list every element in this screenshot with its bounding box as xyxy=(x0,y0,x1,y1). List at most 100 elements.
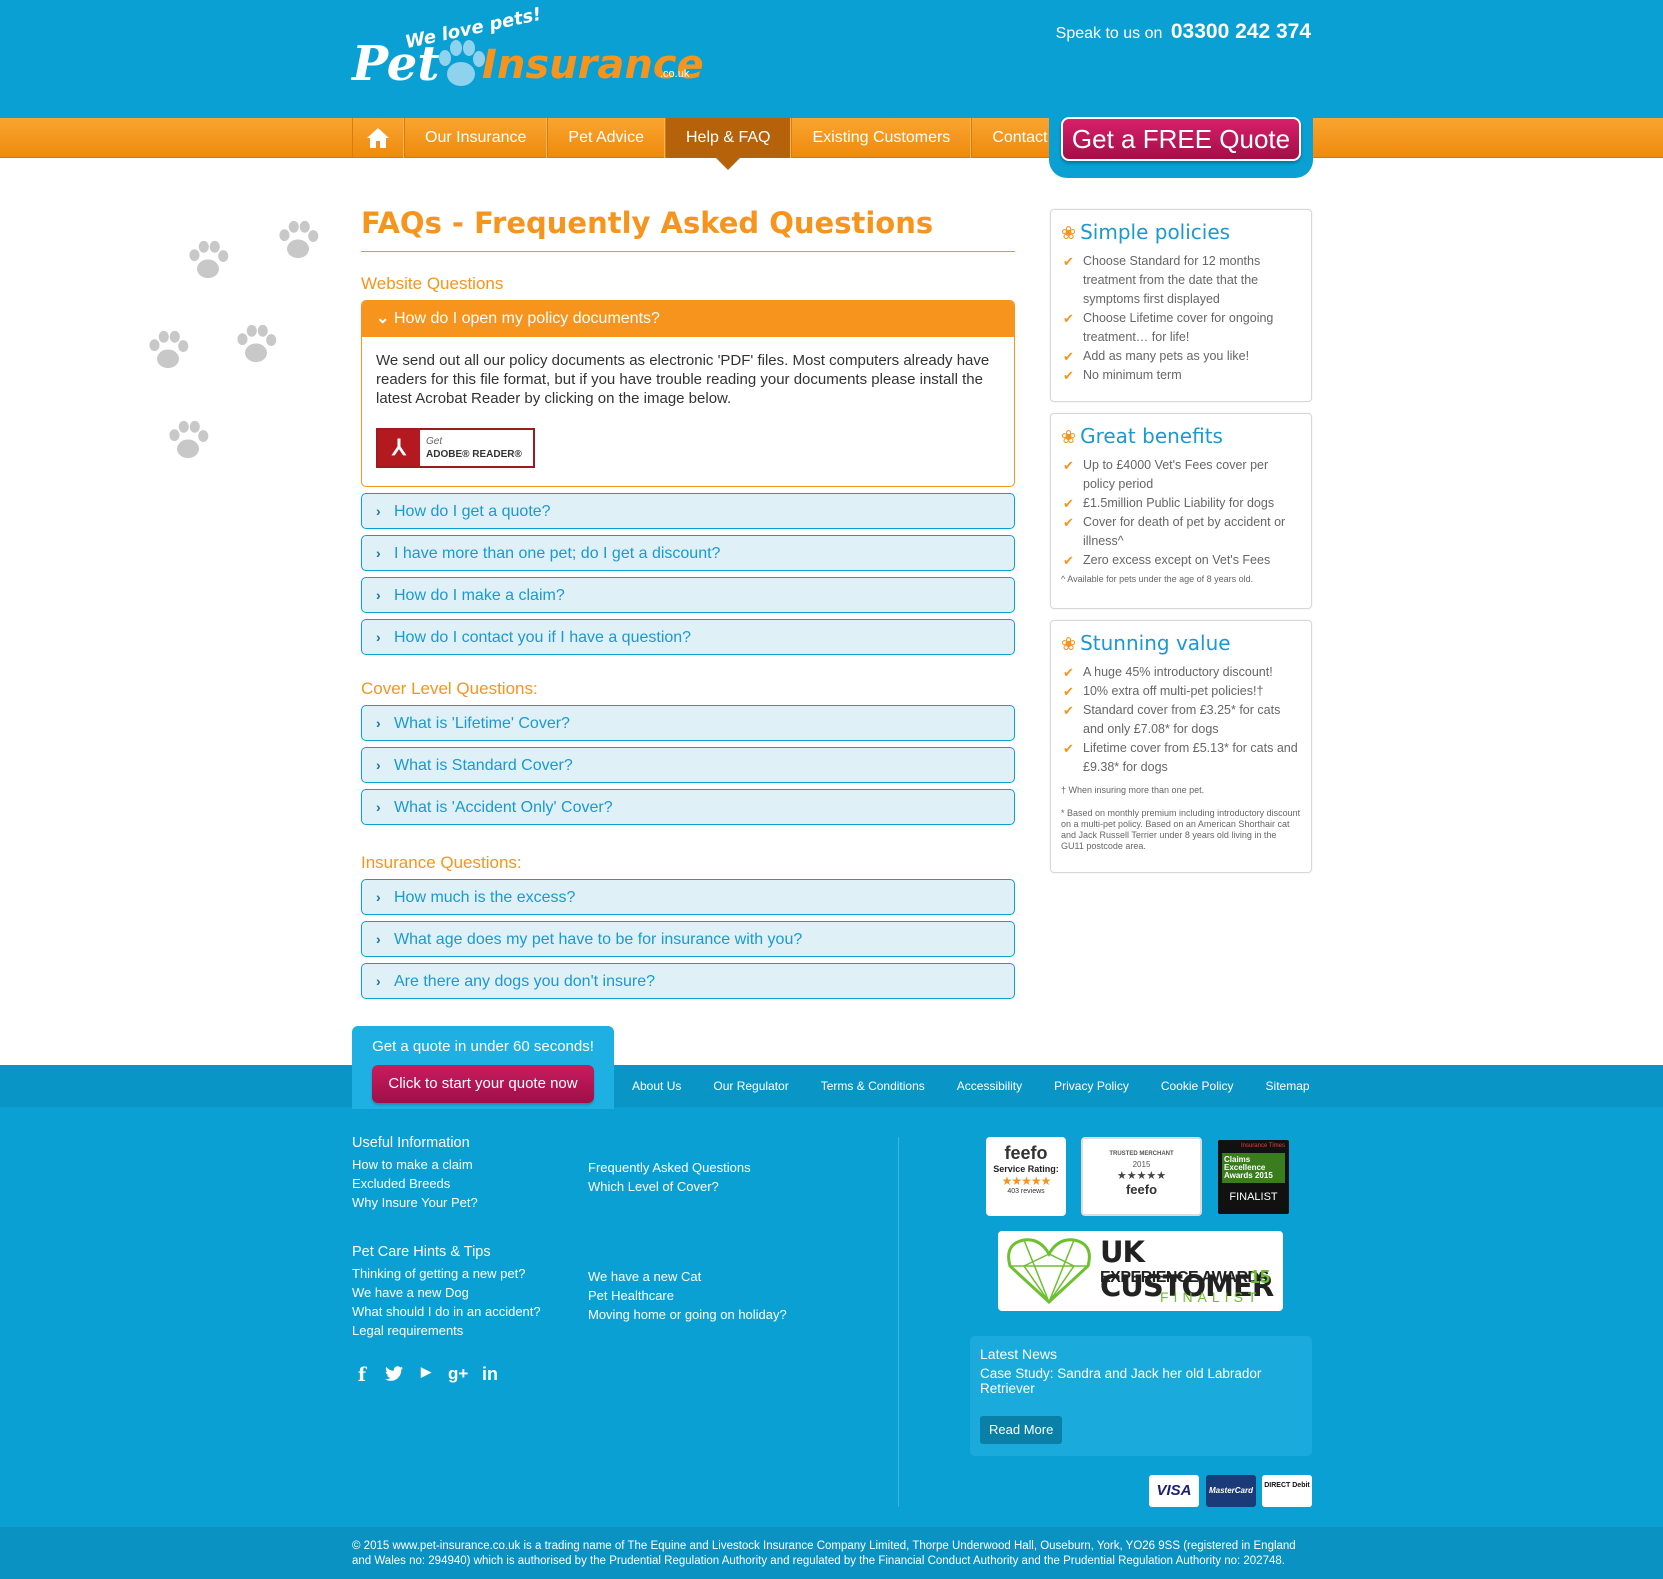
feefo-service-badge[interactable]: feefo Service Rating: ★★★★★ 403 reviews xyxy=(986,1137,1066,1216)
benefit-item: Choose Lifetime cover for ongoing treatm… xyxy=(1061,309,1301,347)
faq-answer: We send out all our policy documents as … xyxy=(362,337,1014,486)
footer-link-accessibility[interactable]: Accessibility xyxy=(957,1065,1022,1107)
read-more-button[interactable]: Read More xyxy=(980,1416,1063,1444)
nav-pet-advice[interactable]: Pet Advice xyxy=(547,118,665,158)
adobe-logo-icon: ⅄ xyxy=(378,430,420,466)
copyright-text: © 2015 www.pet-insurance.co.uk is a trad… xyxy=(352,1540,1296,1567)
faq-item[interactable]: › Are there any dogs you don't insure? xyxy=(361,963,1015,999)
faq-item[interactable]: › How do I contact you if I have a questi… xyxy=(361,619,1015,655)
footer-nav-link[interactable]: Moving home or going on holiday? xyxy=(588,1305,787,1324)
footer-link-regulator[interactable]: Our Regulator xyxy=(713,1065,788,1107)
benefit-item: Lifetime cover from £5.13* for cats and … xyxy=(1061,739,1301,777)
benefit-item: Up to £4000 Vet's Fees cover per policy … xyxy=(1061,456,1301,494)
footer-link-about[interactable]: About Us xyxy=(632,1065,681,1107)
section-title-insurance: Insurance Questions: xyxy=(361,853,522,872)
linkedin-icon[interactable]: in xyxy=(480,1364,500,1386)
box-title-text: Stunning value xyxy=(1080,631,1231,655)
faq-item[interactable]: › What is 'Accident Only' Cover? xyxy=(361,789,1015,825)
feefo-trusted-badge[interactable]: TRUSTED MERCHANT 2015 ★★★★★ feefo xyxy=(1081,1137,1202,1216)
speak-label: Speak to us on xyxy=(1055,25,1163,42)
useful-info-title: Useful Information xyxy=(352,1135,470,1151)
benefit-item: £1.5million Public Liability for dogs xyxy=(1061,494,1301,513)
visa-icon: VISA xyxy=(1149,1475,1199,1507)
quick-quote-title: Get a quote in under 60 seconds! xyxy=(372,1038,594,1055)
news-title: Latest News xyxy=(980,1346,1058,1362)
quick-quote-box: Get a quote in under 60 seconds! Click t… xyxy=(352,1026,614,1109)
finalist-label: FINALIST xyxy=(1229,1191,1278,1203)
nav-home[interactable] xyxy=(352,118,404,158)
site-logo[interactable]: We love pets! Pet Insurance .co.uk xyxy=(352,4,704,98)
footer-nav-link[interactable]: Excluded Breeds xyxy=(352,1174,478,1193)
footer-nav-link[interactable]: Frequently Asked Questions xyxy=(588,1158,751,1177)
faq-question-text: I have more than one pet; do I get a dis… xyxy=(394,545,721,562)
phone-number[interactable]: 03300 242 374 xyxy=(1171,20,1311,43)
phone-contact: Speak to us on 03300 242 374 xyxy=(1056,20,1311,44)
faq-item[interactable]: › How do I get a quote? xyxy=(361,493,1015,529)
faq-item[interactable]: › What is 'Lifetime' Cover? xyxy=(361,705,1015,741)
chevron-right-icon: › xyxy=(376,629,381,645)
paw-print-icon xyxy=(169,420,209,459)
start-quote-button[interactable]: Click to start your quote now xyxy=(372,1065,594,1103)
get-free-quote-button[interactable]: Get a FREE Quote xyxy=(1061,117,1301,161)
faq-item[interactable]: › How do I make a claim? xyxy=(361,577,1015,613)
paw-prints-decoration xyxy=(140,210,340,480)
news-story[interactable]: Case Study: Sandra and Jack her old Labr… xyxy=(980,1366,1302,1396)
footer-nav-link[interactable]: We have a new Cat xyxy=(588,1267,787,1286)
facebook-icon[interactable]: f xyxy=(352,1364,372,1386)
footer-nav-link[interactable]: We have a new Dog xyxy=(352,1283,541,1302)
get-adobe-reader-button[interactable]: ⅄ Get ADOBE® READER® xyxy=(376,428,535,468)
chevron-right-icon: › xyxy=(376,715,381,731)
footer-link-sitemap[interactable]: Sitemap xyxy=(1266,1065,1310,1107)
insurance-times-label: Insurance Times xyxy=(1240,1143,1285,1149)
ukcx-year: 15 xyxy=(1250,1267,1271,1287)
nav-existing-customers[interactable]: Existing Customers xyxy=(791,118,972,158)
benefit-item: Cover for death of pet by accident or il… xyxy=(1061,513,1301,551)
box-title-text: Simple policies xyxy=(1080,220,1231,244)
logo-pet-text: Pet xyxy=(352,36,440,92)
paw-print-icon xyxy=(237,324,277,363)
benefit-item: Standard cover from £3.25* for cats and … xyxy=(1061,701,1301,739)
footer-link-cookie[interactable]: Cookie Policy xyxy=(1161,1065,1234,1107)
footer-nav-link[interactable]: Legal requirements xyxy=(352,1321,541,1340)
adobe-reader-text: ADOBE® READER® xyxy=(426,449,522,460)
sidebar: ❀Simple policies Choose Standard for 12 … xyxy=(1050,209,1312,884)
footer-nav-link[interactable]: Why Insure Your Pet? xyxy=(352,1193,478,1212)
faq-item[interactable]: › What is Standard Cover? xyxy=(361,747,1015,783)
faq-question-text: What is Standard Cover? xyxy=(394,757,573,774)
heart-logo-icon xyxy=(1007,1238,1091,1305)
footer-nav-link[interactable]: Which Level of Cover? xyxy=(588,1177,751,1196)
faq-item[interactable]: › What age does my pet have to be for ins… xyxy=(361,921,1015,957)
nav-help-faq[interactable]: Help & FAQ xyxy=(665,118,792,170)
faq-question-text: How do I get a quote? xyxy=(394,503,551,520)
faq-question-open[interactable]: ⌄ How do I open my policy documents? xyxy=(362,301,1014,337)
stunning-value-box: ❀Stunning value A huge 45% introductory … xyxy=(1050,620,1312,873)
google-plus-icon[interactable]: g+ xyxy=(448,1364,468,1386)
paw-icon: ❀ xyxy=(1061,634,1077,655)
tips-column: Pet Care Hints & Tips Thinking of gettin… xyxy=(352,1244,541,1340)
benefit-item: Zero excess except on Vet's Fees xyxy=(1061,551,1301,570)
footer-nav-link[interactable]: What should I do in an accident? xyxy=(352,1302,541,1321)
section-title-cover: Cover Level Questions: xyxy=(361,679,538,698)
star-rating-icon: ★★★★★ xyxy=(1001,1174,1052,1188)
useful-info-column-2: Frequently Asked Questions Which Level o… xyxy=(588,1158,751,1196)
faq-item[interactable]: › How much is the excess? xyxy=(361,879,1015,915)
footer-nav-link[interactable]: How to make a claim xyxy=(352,1155,478,1174)
faq-question-text: What is 'Accident Only' Cover? xyxy=(394,799,613,816)
insurance-times-badge[interactable]: Insurance Times Claims Excellence Awards… xyxy=(1218,1140,1289,1214)
footer-divider xyxy=(898,1137,899,1507)
twitter-icon[interactable] xyxy=(384,1364,404,1384)
faq-item[interactable]: › I have more than one pet; do I get a di… xyxy=(361,535,1015,571)
footer-link-privacy[interactable]: Privacy Policy xyxy=(1054,1065,1129,1107)
uk-cx-awards-badge[interactable]: UK CUSTOMER EXPERIENCE AWARDS 15 FINALIS… xyxy=(998,1231,1283,1311)
mastercard-icon: MasterCard xyxy=(1206,1475,1256,1507)
useful-info-column: Useful Information How to make a claim E… xyxy=(352,1135,478,1212)
youtube-icon[interactable]: ▶ xyxy=(416,1364,436,1386)
trusted-merchant-year: 2015 xyxy=(1132,1160,1151,1169)
feefo-rating-label: Service Rating: xyxy=(993,1164,1059,1174)
footer-nav-link[interactable]: Pet Healthcare xyxy=(588,1286,787,1305)
paw-print-icon xyxy=(149,330,189,369)
footer-links: About Us Our Regulator Terms & Condition… xyxy=(632,1065,1342,1107)
footer-link-terms[interactable]: Terms & Conditions xyxy=(821,1065,925,1107)
footer-nav-link[interactable]: Thinking of getting a new pet? xyxy=(352,1264,541,1283)
nav-our-insurance[interactable]: Our Insurance xyxy=(404,118,548,158)
